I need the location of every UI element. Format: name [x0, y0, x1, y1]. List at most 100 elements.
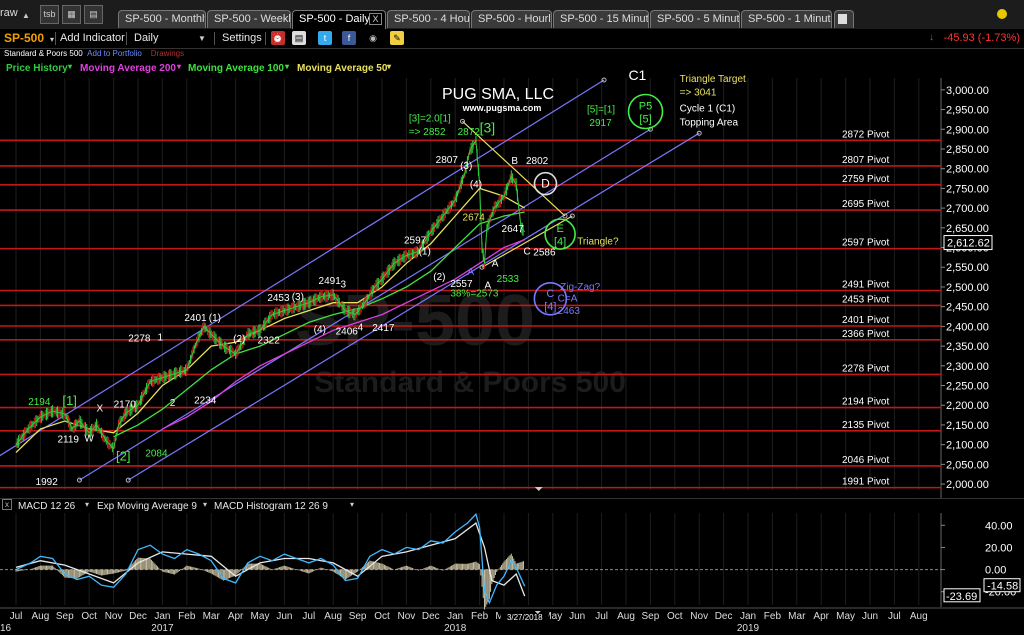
- legend-dropdown-icon[interactable]: ▾: [285, 62, 289, 71]
- symbol-dropdown-icon[interactable]: ▾: [50, 35, 54, 44]
- chart-annotation: (1): [419, 247, 431, 258]
- price-tick-label: 2,750.00: [946, 183, 989, 195]
- chart-annotation: Topping Area: [680, 117, 739, 128]
- period-dropdown-icon[interactable]: ▼: [198, 34, 206, 43]
- legend-ma100[interactable]: Moving Average 100: [188, 63, 284, 74]
- month-tick-label: Feb: [764, 611, 782, 622]
- chart-annotation: 3: [341, 280, 347, 291]
- month-tick-label: Apr: [521, 611, 537, 622]
- legend-ma200[interactable]: Moving Average 200: [80, 63, 176, 74]
- tab-sp500-weekly[interactable]: SP-500 - Weekly: [207, 10, 291, 28]
- tab-sp500-hourly[interactable]: SP-500 - Hourly: [471, 10, 552, 28]
- legend-ma50[interactable]: Moving Average 50: [297, 63, 387, 74]
- chart-annotation: [1]: [62, 393, 76, 408]
- price-tick-label: 2,000.00: [946, 479, 989, 491]
- legend-dropdown-icon[interactable]: ▾: [85, 500, 89, 509]
- new-tab-button[interactable]: [834, 10, 854, 28]
- price-tick-label: 2,450.00: [946, 302, 989, 314]
- legend-dropdown-icon[interactable]: ▾: [350, 500, 354, 509]
- signal-value-label: -23.69: [946, 591, 977, 603]
- draw-menu[interactable]: raw: [0, 7, 18, 19]
- chart-annotation: 2170: [114, 400, 137, 411]
- tab-sp500-4hour[interactable]: SP-500 - 4 Hour: [387, 10, 470, 28]
- chart-annotation: 2597: [404, 236, 427, 247]
- line-endpoint: [647, 126, 653, 132]
- drawings-link[interactable]: Drawings: [151, 49, 184, 58]
- add-to-portfolio-link[interactable]: Add to Portfolio: [87, 49, 142, 58]
- note-icon[interactable]: ✎: [390, 31, 404, 45]
- pivot-label: 2695 Pivot: [842, 199, 889, 210]
- new-tab-icon: [838, 14, 847, 24]
- toolbar-divider: [214, 32, 215, 45]
- settings-button[interactable]: Settings: [222, 32, 262, 44]
- chart-annotation: X: [97, 404, 104, 415]
- draw-dropdown-icon[interactable]: ▲: [22, 11, 30, 20]
- tsb-icon[interactable]: tsb: [40, 5, 59, 24]
- last-price-label: 2,612.62: [947, 238, 990, 250]
- facebook-icon[interactable]: f: [342, 31, 356, 45]
- wave-circle-label: P5: [639, 101, 652, 113]
- print-icon[interactable]: ▤: [292, 31, 306, 45]
- camera-icon[interactable]: ◉: [366, 31, 380, 45]
- chart-annotation: 2: [170, 398, 176, 409]
- collapse-panel-icon[interactable]: x: [2, 499, 12, 510]
- period-select[interactable]: Daily: [134, 32, 158, 44]
- macd-tick-label: 0.00: [985, 565, 1006, 577]
- twitter-icon[interactable]: t: [318, 31, 332, 45]
- cursor-date-label: 3/27/2018: [507, 613, 543, 622]
- chart-toolbar: SP-500 ▾ Add Indicator Daily ▼ Settings …: [0, 29, 1024, 49]
- price-tick-label: 2,150.00: [946, 420, 989, 432]
- month-tick-label: Aug: [617, 611, 635, 622]
- channel-line: [127, 132, 700, 481]
- month-tick-label: Jun: [569, 611, 585, 622]
- subheader: Standard & Poors 500 Add to Portfolio Dr…: [4, 49, 184, 58]
- line-endpoint: [696, 130, 702, 136]
- price-tick-label: 2,950.00: [946, 105, 989, 117]
- chart-annotation: 2802: [526, 156, 549, 167]
- tab-label: SP-500 - Monthly: [125, 13, 206, 25]
- month-tick-label: Apr: [813, 611, 829, 622]
- month-tick-label: Jul: [10, 611, 23, 622]
- wave-circle: [627, 93, 664, 130]
- add-indicator-button[interactable]: Add Indicator: [60, 32, 125, 44]
- price-chart[interactable]: SP-500 Standard & Poors 500 2872 Pivot 28…: [0, 0, 1024, 635]
- macd-value-box: [983, 578, 1021, 593]
- chart-annotation: (2): [233, 334, 245, 345]
- tab-sp500-1min[interactable]: SP-500 - 1 Minute: [741, 10, 832, 28]
- tab-sp500-daily[interactable]: SP-500 - Daily X: [292, 10, 386, 29]
- grid-layout-icon[interactable]: ▦: [62, 5, 81, 24]
- chart-annotation: [3]=2.0[1]: [409, 113, 451, 124]
- legend-macd[interactable]: MACD 12 26: [18, 501, 75, 512]
- month-tick-label: Mar: [495, 611, 513, 622]
- month-tick-label: Mar: [788, 611, 806, 622]
- pivot-label: 2135 Pivot: [842, 420, 889, 431]
- month-tick-label: Dec: [129, 611, 147, 622]
- pivot-label: 2046 Pivot: [842, 455, 889, 466]
- symbol-label[interactable]: SP-500: [4, 31, 44, 45]
- tab-sp500-5min[interactable]: SP-500 - 5 Minute: [650, 10, 740, 28]
- legend-macd-histogram[interactable]: MACD Histogram 12 26 9: [214, 501, 328, 512]
- year-tick-label: 2018: [444, 623, 467, 634]
- tab-sp500-monthly[interactable]: SP-500 - Monthly: [118, 10, 206, 28]
- legend-dropdown-icon[interactable]: ▾: [387, 62, 391, 71]
- split-layout-icon[interactable]: ▤: [84, 5, 103, 24]
- month-tick-label: Jul: [302, 611, 315, 622]
- legend-ema9[interactable]: Exp Moving Average 9: [97, 501, 197, 512]
- price-tick-label: 2,300.00: [946, 361, 989, 373]
- chart-annotation: 2406: [336, 326, 359, 337]
- chart-annotation: 2872: [458, 127, 481, 138]
- line-endpoint: [569, 213, 575, 219]
- cursor-date-box: [500, 611, 549, 623]
- legend-price-history[interactable]: Price History: [6, 63, 68, 74]
- legend-dropdown-icon[interactable]: ▾: [68, 62, 72, 71]
- alarm-clock-icon[interactable]: ⏰: [271, 31, 285, 45]
- chart-annotation: A: [484, 281, 491, 292]
- legend-dropdown-icon[interactable]: ▾: [203, 500, 207, 509]
- month-tick-label: Mar: [203, 611, 221, 622]
- chart-annotation: 2674: [463, 213, 486, 224]
- chart-annotation: 2453: [267, 293, 290, 304]
- tab-sp500-15min[interactable]: SP-500 - 15 Minute: [553, 10, 649, 28]
- chart-annotation: 2084: [145, 448, 168, 459]
- close-tab-icon[interactable]: X: [369, 13, 382, 25]
- legend-dropdown-icon[interactable]: ▾: [177, 62, 181, 71]
